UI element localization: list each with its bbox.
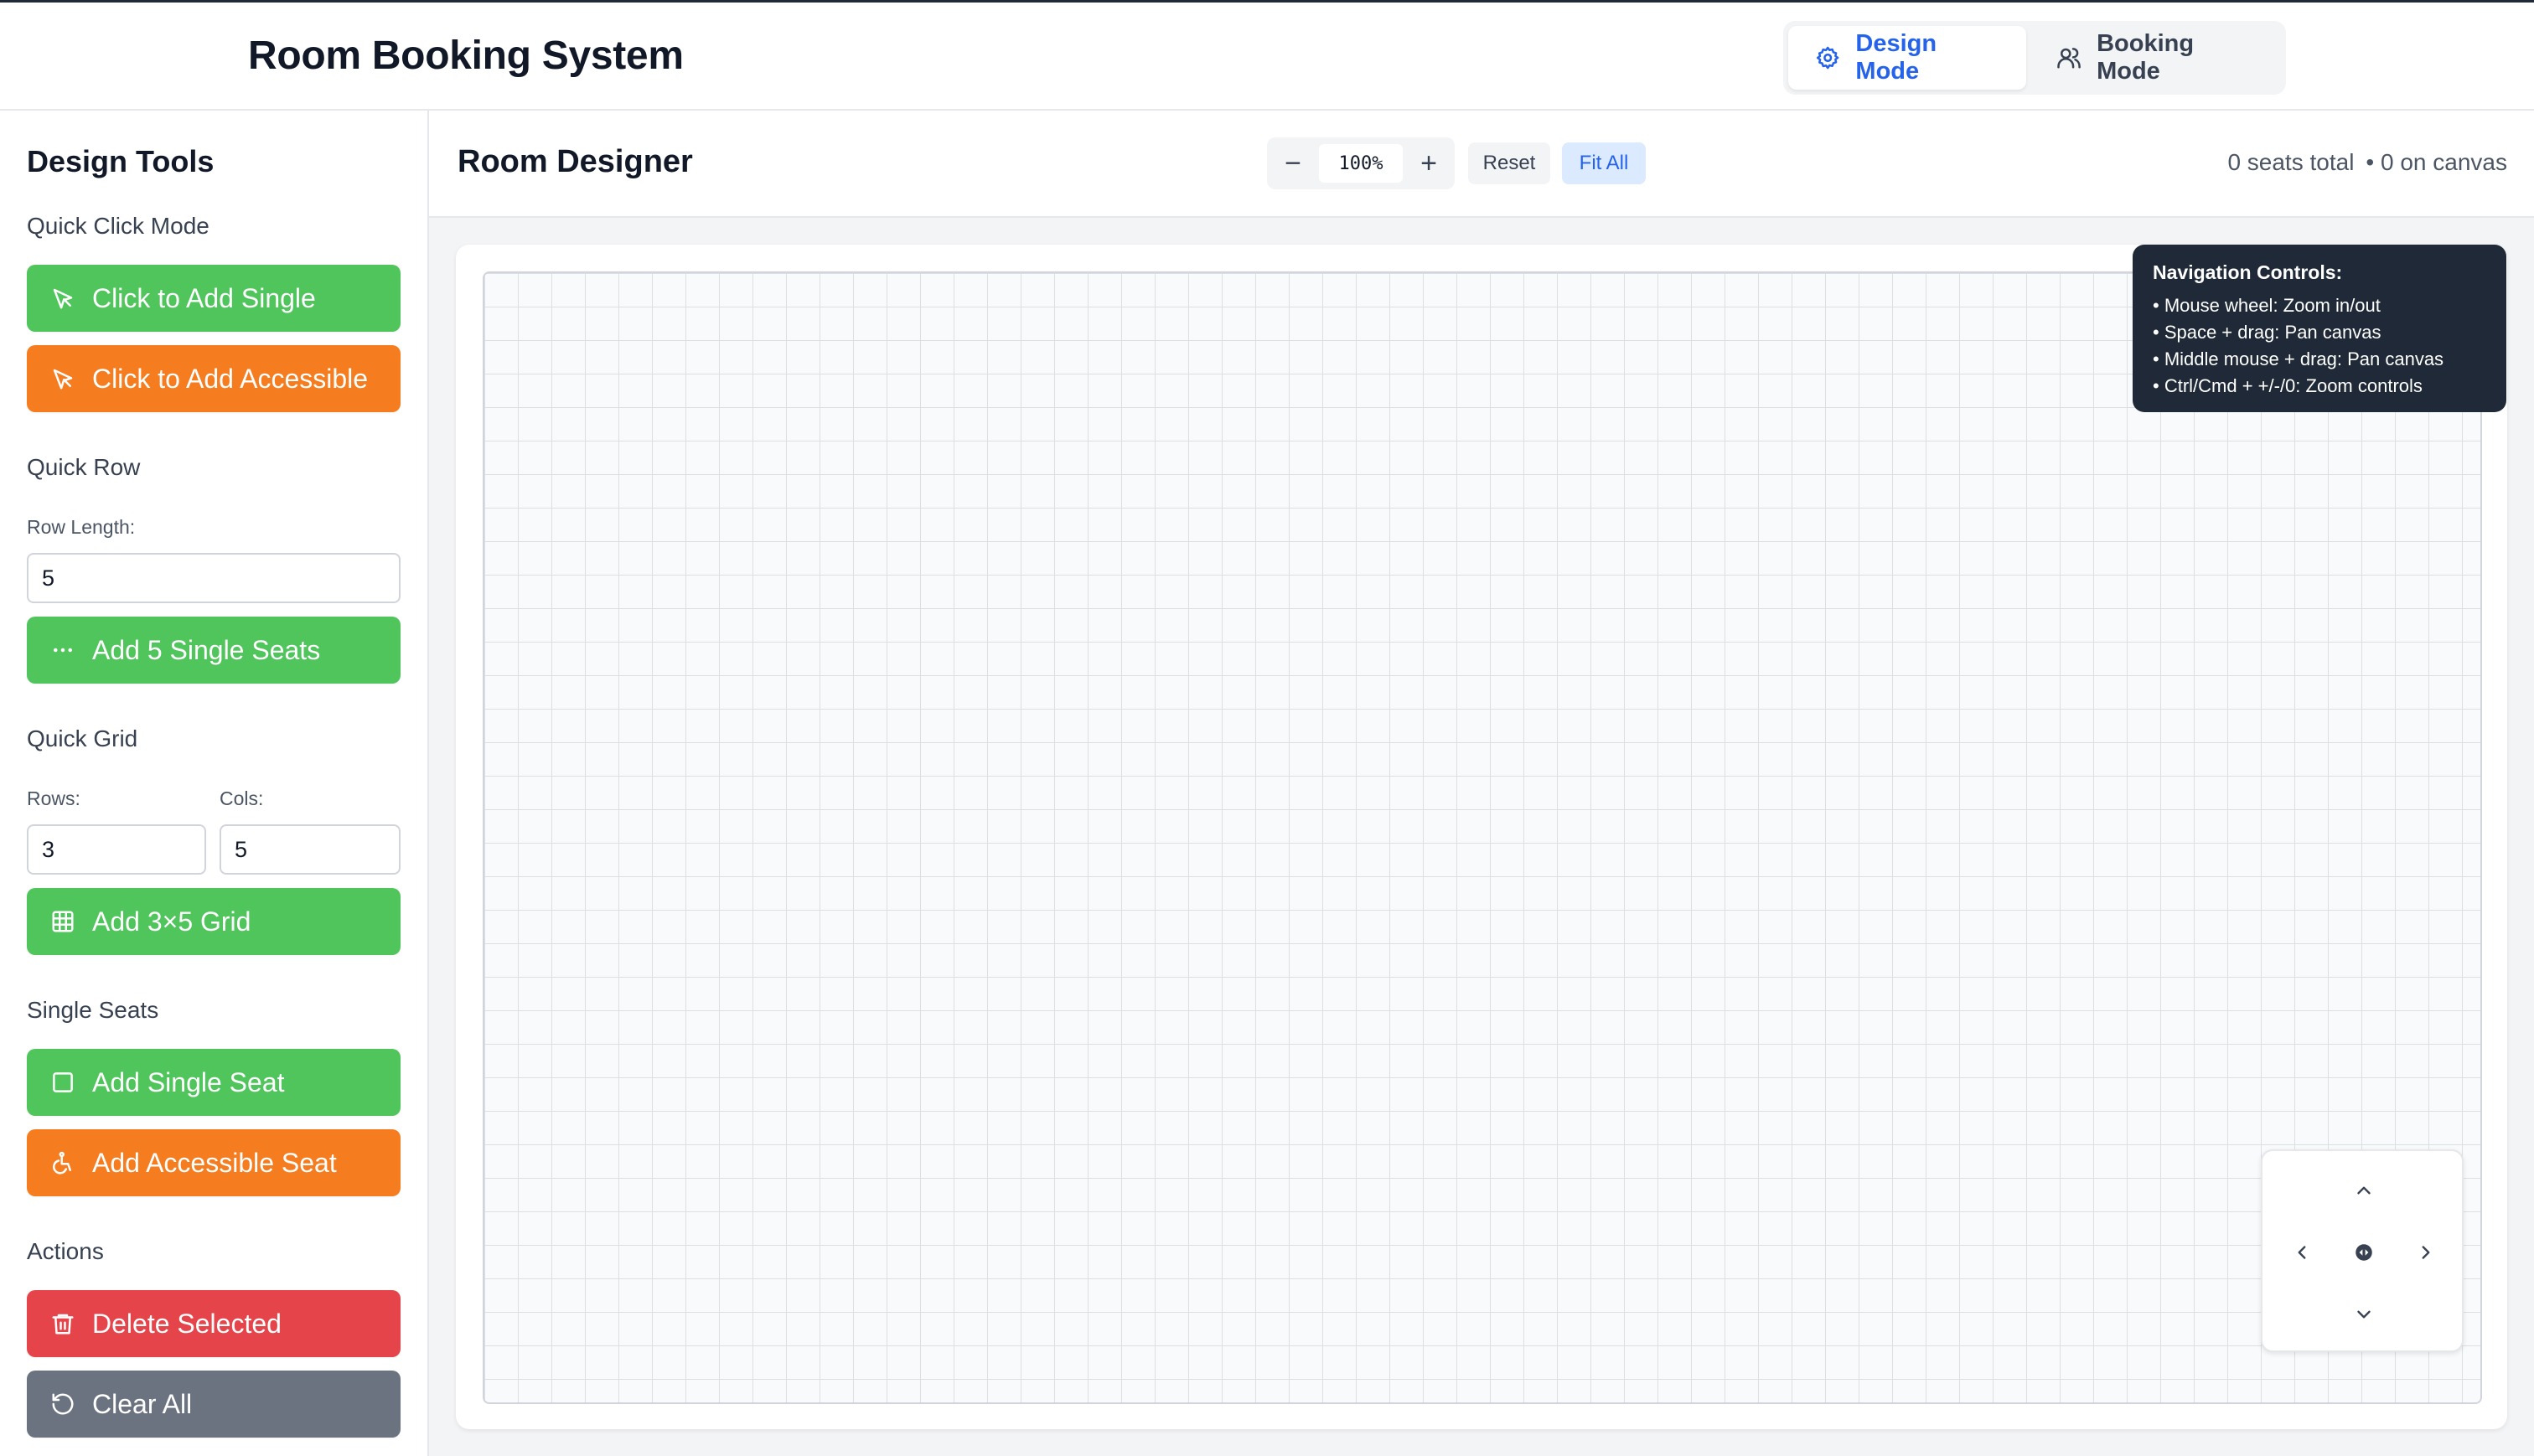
navigation-help-item: • Ctrl/Cmd + +/-/0: Zoom controls <box>2153 375 2423 396</box>
delete-selected-button[interactable]: Delete Selected <box>27 1290 401 1357</box>
main-area: Room Designer − 100% + Reset Fit All 0 s… <box>429 111 2534 1456</box>
add-grid-label: Add 3×5 Grid <box>92 906 251 937</box>
rows-input[interactable] <box>27 824 206 875</box>
cursor-pointer-icon <box>53 288 73 309</box>
add-single-seat-label: Add Single Seat <box>92 1066 285 1097</box>
seat-stats: 0 seats total • 0 on canvas <box>2227 149 2507 176</box>
cols-label: Cols: <box>220 787 264 809</box>
click-to-add-accessible-label: Click to Add Accessible <box>92 363 369 394</box>
page-title: Room Designer <box>458 144 693 179</box>
design-mode-label: Design Mode <box>1855 30 1937 85</box>
mode-toggle: Design Mode Booking Mode <box>1783 21 2286 95</box>
grid-icon <box>52 911 74 932</box>
sidebar-title: Design Tools <box>27 144 215 178</box>
navigation-help-item: • Mouse wheel: Zoom in/out <box>2153 295 2381 316</box>
room-canvas[interactable] <box>483 271 2482 1404</box>
zoom-controls: − 100% + <box>1267 137 1455 189</box>
add-grid-button[interactable]: Add 3×5 Grid <box>27 888 401 955</box>
center-icon <box>2356 1244 2372 1261</box>
add-row-button[interactable]: Add 5 Single Seats <box>27 617 401 684</box>
row-length-label: Row Length: <box>27 516 136 538</box>
row-length-input[interactable] <box>27 553 401 603</box>
chevron-left-icon <box>2298 1246 2306 1259</box>
design-mode-button[interactable]: Design Mode <box>1788 26 2026 90</box>
chevron-right-icon <box>2422 1246 2430 1259</box>
navigation-help-title: Navigation Controls: <box>2153 261 2343 283</box>
pan-center-button[interactable] <box>2344 1232 2384 1273</box>
cursor-pointer-icon <box>53 369 73 390</box>
zoom-out-button[interactable]: − <box>1267 137 1319 189</box>
app-header: Room Booking System Design Mode Booking … <box>0 0 2534 111</box>
pan-right-button[interactable] <box>2406 1232 2446 1273</box>
app-title: Room Booking System <box>248 34 684 78</box>
navigation-help-item: • Middle mouse + drag: Pan canvas <box>2153 349 2444 369</box>
pan-up-button[interactable] <box>2344 1170 2384 1211</box>
designer-toolbar: Room Designer − 100% + Reset Fit All 0 s… <box>429 111 2534 218</box>
delete-selected-label: Delete Selected <box>92 1308 282 1339</box>
gear-icon <box>1816 46 1839 70</box>
pan-control-pad <box>2261 1149 2464 1352</box>
users-icon <box>2057 48 2081 69</box>
zoom-level: 100% <box>1319 144 1403 183</box>
quick-grid-label: Quick Grid <box>27 725 138 751</box>
actions-label: Actions <box>27 1238 104 1264</box>
zoom-in-button[interactable]: + <box>1403 137 1455 189</box>
single-seats-label: Single Seats <box>27 997 159 1023</box>
click-to-add-single-button[interactable]: Click to Add Single <box>27 265 401 332</box>
reset-zoom-button[interactable]: Reset <box>1468 142 1550 184</box>
click-to-add-accessible-button[interactable]: Click to Add Accessible <box>27 345 401 412</box>
clear-all-button[interactable]: Clear All <box>27 1371 401 1438</box>
click-to-add-single-label: Click to Add Single <box>92 282 316 313</box>
accessibility-icon <box>53 1151 71 1175</box>
add-accessible-seat-label: Add Accessible Seat <box>92 1147 337 1178</box>
pan-left-button[interactable] <box>2282 1232 2322 1273</box>
dots-horizontal-icon <box>54 648 72 653</box>
square-icon <box>53 1072 73 1092</box>
canvas-card: Navigation Controls: • Mouse wheel: Zoom… <box>456 245 2507 1429</box>
add-row-label: Add 5 Single Seats <box>92 634 321 665</box>
navigation-help-tooltip: Navigation Controls: • Mouse wheel: Zoom… <box>2133 245 2506 412</box>
seats-total: 0 seats total <box>2227 149 2355 175</box>
clear-all-label: Clear All <box>92 1388 193 1419</box>
quick-row-label: Quick Row <box>27 454 141 480</box>
rotate-ccw-icon <box>52 1393 74 1415</box>
rows-label: Rows: <box>27 787 80 809</box>
add-single-seat-button[interactable]: Add Single Seat <box>27 1049 401 1116</box>
add-accessible-seat-button[interactable]: Add Accessible Seat <box>27 1129 401 1196</box>
navigation-help-item: • Space + drag: Pan canvas <box>2153 322 2381 343</box>
quick-click-label: Quick Click Mode <box>27 213 209 239</box>
chevron-down-icon <box>2357 1310 2371 1319</box>
pan-down-button[interactable] <box>2344 1294 2384 1335</box>
cols-input[interactable] <box>220 824 401 875</box>
chevron-up-icon <box>2357 1186 2371 1195</box>
booking-mode-button[interactable]: Booking Mode <box>2030 26 2281 90</box>
fit-all-button[interactable]: Fit All <box>1562 142 1646 184</box>
trash-icon <box>52 1314 74 1335</box>
booking-mode-label: Booking Mode <box>2097 30 2195 85</box>
design-tools-sidebar: Design Tools Quick Click Mode Click to A… <box>0 111 429 1456</box>
seats-on-canvas: • 0 on canvas <box>2366 149 2507 175</box>
